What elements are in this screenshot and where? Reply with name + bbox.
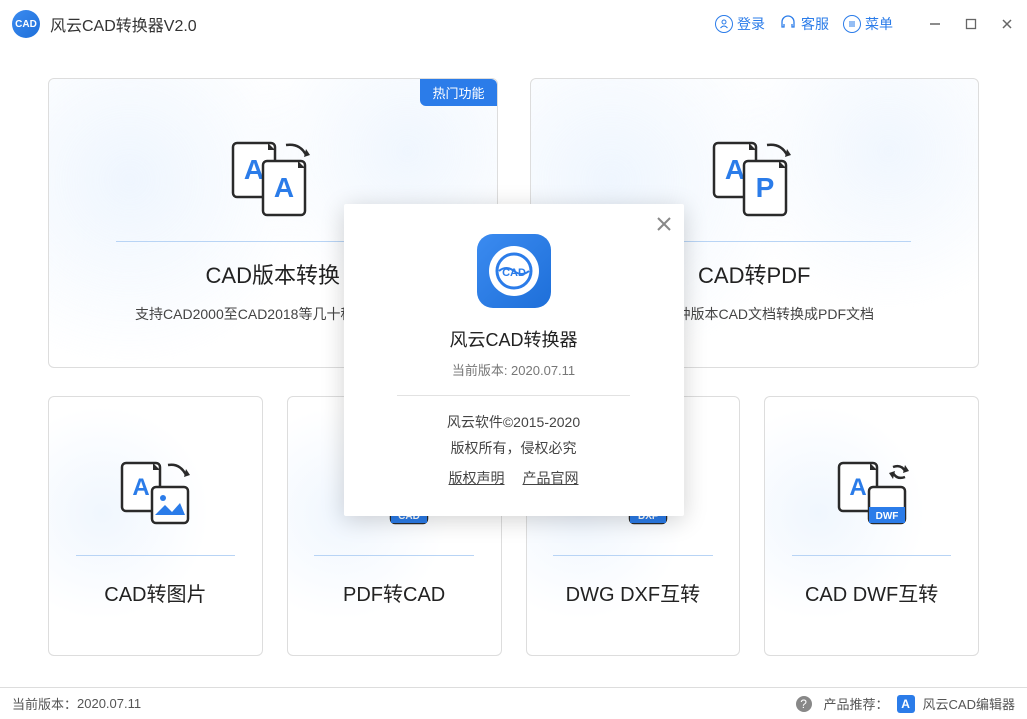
modal-divider	[397, 395, 631, 396]
modal-company: 风云软件©2015-2020	[447, 412, 580, 432]
about-modal-overlay: CAD 风云CAD转换器 当前版本: 2020.07.11 风云软件©2015-…	[0, 0, 1027, 719]
modal-title: 风云CAD转换器	[449, 326, 577, 352]
modal-close-button[interactable]	[656, 212, 672, 238]
about-modal: CAD 风云CAD转换器 当前版本: 2020.07.11 风云软件©2015-…	[344, 204, 684, 516]
modal-version: 当前版本: 2020.07.11	[452, 360, 575, 379]
modal-rights: 版权所有，侵权必究	[451, 438, 577, 458]
modal-app-icon: CAD	[477, 234, 551, 308]
link-product-site[interactable]: 产品官网	[523, 468, 579, 488]
modal-links: 版权声明 产品官网	[449, 468, 579, 488]
link-terms[interactable]: 版权声明	[449, 468, 505, 488]
